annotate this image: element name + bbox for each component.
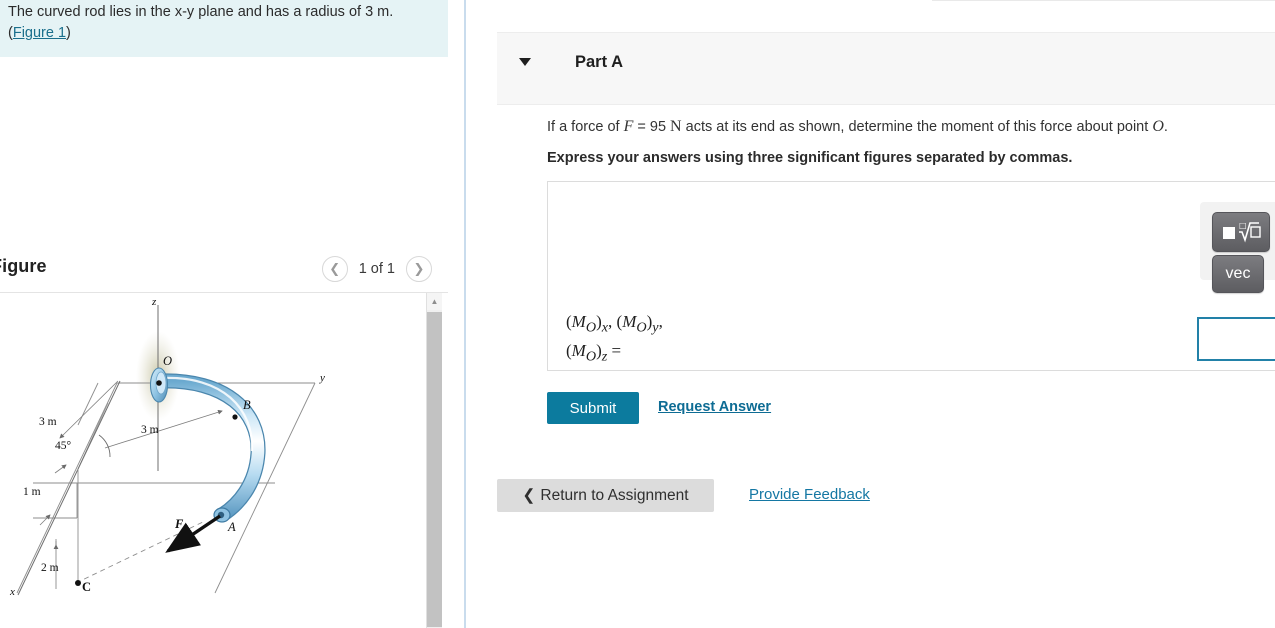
force-symbol: F xyxy=(623,118,634,135)
question-text: If a force of F = 95 N acts at its end a… xyxy=(547,117,1275,137)
math-toolbar: □ ΑΣφ ↓↑ vec xyxy=(1200,202,1275,293)
caret-down-icon[interactable] xyxy=(519,58,531,66)
figure-next-button[interactable]: ❯ xyxy=(406,256,432,282)
answer-input[interactable] xyxy=(1197,317,1275,361)
chevron-left-icon: ❮ xyxy=(329,261,341,277)
answer-label: (MO)x, (MO)y, (MO)z = xyxy=(566,310,746,369)
scroll-up-button[interactable]: ▲ xyxy=(427,293,442,310)
force-label-F: F xyxy=(174,517,184,531)
page-root: The curved rod lies in the x-y plane and… xyxy=(0,0,1275,628)
top-border xyxy=(932,0,1275,1)
dimension-45deg: 45° xyxy=(55,440,72,452)
left-figure-panel: The curved rod lies in the x-y plane and… xyxy=(0,0,464,628)
vec-label: vec xyxy=(1225,265,1251,282)
curved-rod-diagram-svg: z y x 45° O B A C F 3 m 3 m 1 m 2 m xyxy=(9,296,325,598)
dimension-3m-mid: 3 m xyxy=(141,424,159,436)
point-label-C: C xyxy=(82,580,91,594)
figure-title: Figure xyxy=(0,256,47,276)
question-prefix: If a force of xyxy=(547,119,624,135)
force-unit: N xyxy=(670,118,682,135)
submit-button[interactable]: Submit xyxy=(547,392,639,424)
chevron-left-icon: ❮ xyxy=(522,487,536,504)
svg-text:□: □ xyxy=(1239,221,1247,230)
square-root-template-icon: □ xyxy=(1223,221,1261,243)
axis-label-z: z xyxy=(151,296,157,308)
problem-statement-text: The curved rod lies in the x-y plane and… xyxy=(8,2,438,44)
dimension-1m: 1 m xyxy=(23,486,41,498)
answer-entry-box: □ ΑΣφ ↓↑ vec xyxy=(547,181,1275,371)
question-suffix: . xyxy=(1163,119,1168,135)
chevron-right-icon: ❯ xyxy=(413,261,425,277)
provide-feedback-link[interactable]: Provide Feedback xyxy=(749,486,870,503)
figure-header: Figure ❮ 1 of 1 ❯ xyxy=(0,248,448,292)
point-label-A: A xyxy=(227,520,236,534)
scrollbar-thumb[interactable] xyxy=(427,312,442,627)
problem-statement: The curved rod lies in the x-y plane and… xyxy=(0,0,448,57)
return-button-label: Return to Assignment xyxy=(540,486,689,504)
point-C-marker xyxy=(75,580,81,586)
figure-diagram: z y x 45° O B A C F 3 m 3 m 1 m 2 m xyxy=(0,293,427,628)
answer-label-math: (MO)x, (MO)y, (MO)z = xyxy=(566,312,663,365)
part-a-header[interactable]: Part A xyxy=(497,32,1275,105)
point-label-B: B xyxy=(243,398,251,412)
question-middle: acts at its end as shown, determine the … xyxy=(681,119,1153,135)
dimension-3m-left: 3 m xyxy=(39,416,57,428)
figure-prev-button[interactable]: ❮ xyxy=(321,256,348,282)
return-to-assignment-button[interactable]: ❮ Return to Assignment xyxy=(497,479,714,512)
triangle-up-icon: ▲ xyxy=(430,297,439,306)
vector-icon[interactable]: vec xyxy=(1212,255,1264,293)
figure-scrollbar[interactable]: ▲ xyxy=(426,293,442,628)
question-equals: = 95 xyxy=(633,119,671,135)
axis-label-x: x xyxy=(9,586,15,598)
dimension-2m: 2 m xyxy=(41,562,59,574)
figure-pager: ❮ 1 of 1 ❯ xyxy=(321,256,432,282)
instruction-text: Express your answers using three signifi… xyxy=(547,150,1073,166)
axis-label-y: y xyxy=(319,372,325,384)
problem-statement-close-paren: ) xyxy=(66,25,71,41)
figure-1-link[interactable]: Figure 1 xyxy=(13,25,66,41)
right-answer-panel: Part A If a force of F = 95 N acts at it… xyxy=(466,0,1275,628)
figure-body: z y x 45° O B A C F 3 m 3 m 1 m 2 m ▲ xyxy=(0,292,448,628)
point-O-marker xyxy=(156,380,162,386)
point-label-O: O xyxy=(163,354,172,368)
part-title: Part A xyxy=(575,53,623,71)
point-B-marker xyxy=(232,414,238,420)
figure-pager-label: 1 of 1 xyxy=(358,261,395,277)
math-template-icon[interactable]: □ xyxy=(1212,212,1270,252)
request-answer-link[interactable]: Request Answer xyxy=(658,399,771,415)
point-symbol: O xyxy=(1152,118,1164,135)
